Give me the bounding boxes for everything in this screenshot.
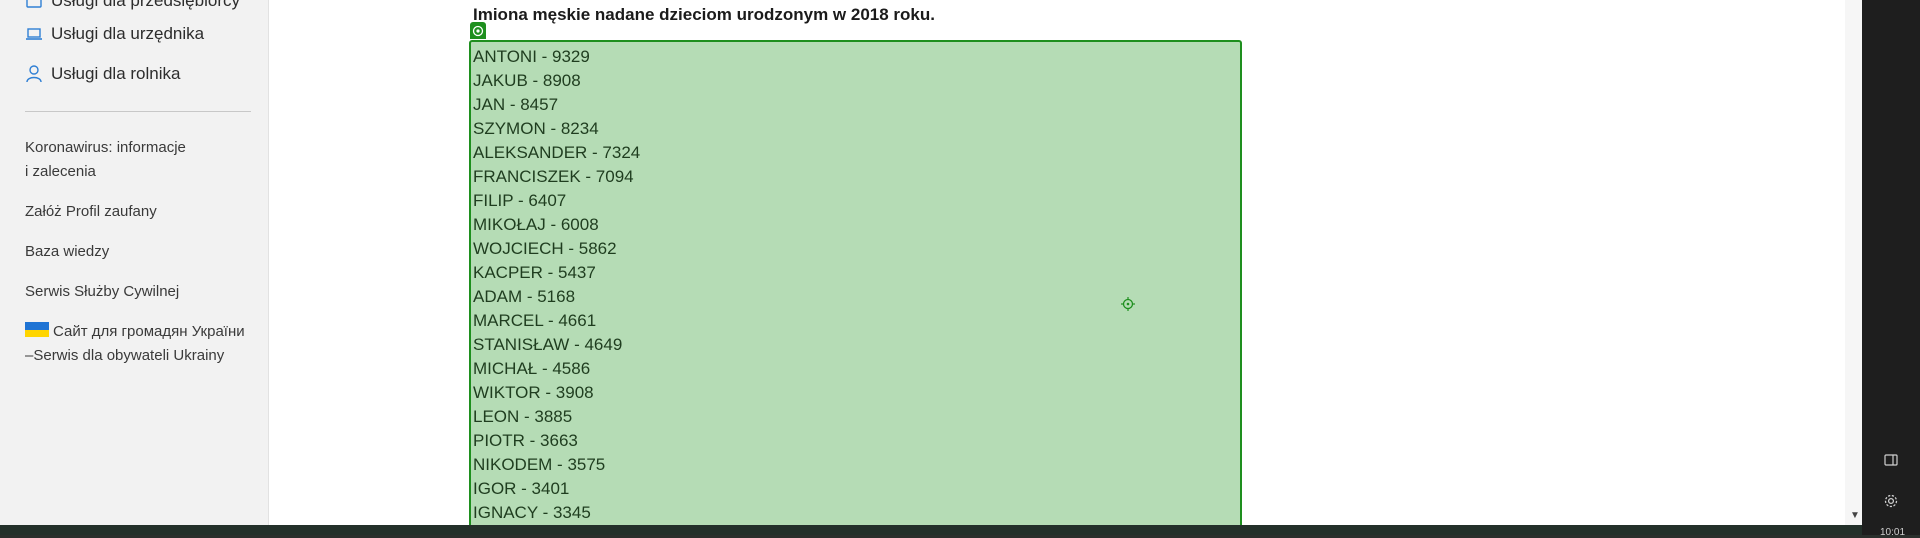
sidebar-item-label: Usługi dla rolnika [51,64,181,83]
names-list: ANTONI - 9329 JAKUB - 8908 JAN - 8457 SZ… [473,45,640,525]
link-text: Koronawirus: informacje [25,139,186,156]
list-item: STANISŁAW - 4649 [473,335,623,354]
link-text: i zalecenia [25,163,96,180]
sidebar-link-trusted-profile[interactable]: Załóż Profil zaufany [25,200,157,224]
sidebar-item-label: Usługi dla urzędnika [51,24,205,43]
sidebar-link-civil-service[interactable]: Serwis Służby Cywilnej [25,280,179,304]
sidebar-toggle-icon[interactable] [1882,451,1900,469]
sidebar-item-farmer[interactable]: Usługi dla rolnika [25,64,180,84]
list-item: MARCEL - 4661 [473,311,597,330]
link-text: Załóż Profil zaufany [25,203,157,220]
list-item: LEON - 3885 [473,407,573,426]
list-item: KACPER - 5437 [473,263,596,282]
sidebar-link-knowledge-base[interactable]: Baza wiedzy [25,240,109,264]
main-content: Imiona męskie nadane dzieciom urodzonym … [269,0,1845,525]
link-text: –Serwis dla obywateli Ukrainy [25,347,225,364]
crosshair-icon [1121,297,1135,316]
list-item: JAN - 8457 [473,95,559,114]
list-item: WOJCIECH - 5862 [473,239,617,258]
left-sidebar: Usługi dla przedsiębiorcy Usługi dla urz… [0,0,269,525]
selection-handle[interactable] [470,22,486,39]
link-text: Сайт для громадян України [53,323,245,340]
link-text: Baza wiedzy [25,243,110,260]
list-item: MIKOŁAJ - 6008 [473,215,599,234]
list-item: JAKUB - 8908 [473,71,581,90]
sidebar-item-label: Usługi dla przedsiębiorcy [51,0,240,10]
taskbar [0,525,1862,535]
list-item: MICHAŁ - 4586 [473,359,591,378]
list-item: SZYMON - 8234 [473,119,599,138]
list-item: FRANCISZEK - 7094 [473,167,634,186]
page-title: Imiona męskie nadane dzieciom urodzonym … [473,5,935,24]
list-item: ALEKSANDER - 7324 [473,143,641,162]
scroll-down-arrow-icon[interactable]: ▼ [1850,510,1860,521]
target-icon [472,25,484,36]
list-item: FILIP - 6407 [473,191,567,210]
scrollbar[interactable] [1845,0,1862,525]
sidebar-divider [25,111,251,112]
list-item: PIOTR - 3663 [473,431,578,450]
right-tool-panel: 10:01 [1862,0,1920,538]
sidebar-link-coronavirus[interactable]: Koronawirus: informacje i zalecenia [25,136,186,184]
gear-icon[interactable] [1882,492,1900,510]
sidebar-item-business[interactable]: Usługi dla przedsiębiorcy [25,0,240,11]
list-item: NIKODEM - 3575 [473,455,606,474]
list-item: IGNACY - 3345 [473,503,591,522]
list-item: WIKTOR - 3908 [473,383,594,402]
user-icon [25,65,43,83]
list-item: ADAM - 5168 [473,287,576,306]
sidebar-item-official[interactable]: Usługi dla urzędnika [25,24,204,44]
list-item: ANTONI - 9329 [473,47,590,66]
ukraine-flag-icon [25,322,49,337]
link-text: Serwis Służby Cywilnej [25,283,180,300]
briefcase-icon [25,0,43,10]
list-item: IGOR - 3401 [473,479,570,498]
clock-time: 10:01 [1880,527,1906,538]
laptop-icon [25,25,43,43]
sidebar-link-ukraine[interactable]: Сайт для громадян України –Serwis dla ob… [25,320,245,368]
